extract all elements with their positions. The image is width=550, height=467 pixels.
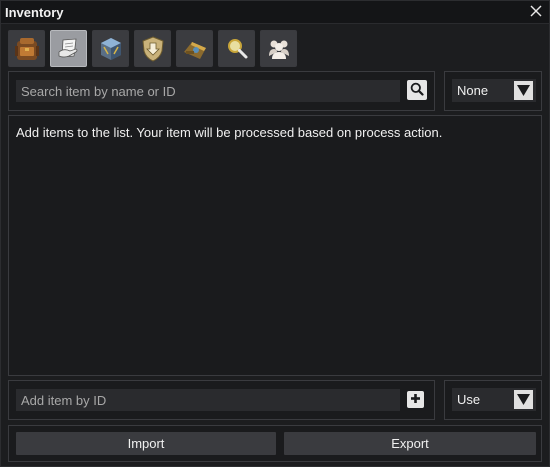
cube-icon xyxy=(96,34,126,64)
backpack-icon xyxy=(12,34,42,64)
action-dropdown[interactable]: Use xyxy=(452,388,536,411)
tool-search[interactable] xyxy=(218,30,255,67)
tool-backpack[interactable] xyxy=(8,30,45,67)
filter-panel: None xyxy=(444,71,542,111)
shield-arrow-icon xyxy=(138,34,168,64)
filter-dropdown[interactable]: None xyxy=(452,79,536,102)
chevron-down-icon[interactable] xyxy=(514,390,533,409)
plus-icon xyxy=(410,392,421,407)
magnifier-icon xyxy=(222,34,252,64)
tool-process[interactable] xyxy=(50,30,87,67)
group-icon xyxy=(264,34,294,64)
add-item-button[interactable] xyxy=(407,391,424,408)
search-input[interactable] xyxy=(16,80,400,102)
tool-cube[interactable] xyxy=(92,30,129,67)
paper-hand-icon xyxy=(54,34,84,64)
filter-selected: None xyxy=(457,83,489,98)
close-icon[interactable] xyxy=(529,4,543,18)
add-item-panel xyxy=(8,380,435,420)
search-icon xyxy=(410,82,424,99)
toolbar xyxy=(8,30,297,68)
button-bar: Import Export xyxy=(8,425,542,462)
list-hint: Add items to the list. Your item will be… xyxy=(16,125,443,140)
tool-shield-down[interactable] xyxy=(134,30,171,67)
bag-icon xyxy=(180,34,210,64)
chevron-down-icon[interactable] xyxy=(514,81,533,100)
search-button[interactable] xyxy=(407,80,427,100)
window-title: Inventory xyxy=(5,5,64,20)
inventory-window: Inventory Search item by name or ID None… xyxy=(0,0,550,467)
action-panel: Use xyxy=(444,380,542,420)
add-item-input[interactable] xyxy=(16,389,400,411)
tool-bag[interactable] xyxy=(176,30,213,67)
import-button[interactable]: Import xyxy=(16,432,276,455)
title-bar[interactable]: Inventory xyxy=(1,1,549,24)
export-button[interactable]: Export xyxy=(284,432,536,455)
tool-group[interactable] xyxy=(260,30,297,67)
item-list[interactable]: Add items to the list. Your item will be… xyxy=(8,115,542,376)
search-panel xyxy=(8,71,435,111)
action-selected: Use xyxy=(457,392,481,407)
